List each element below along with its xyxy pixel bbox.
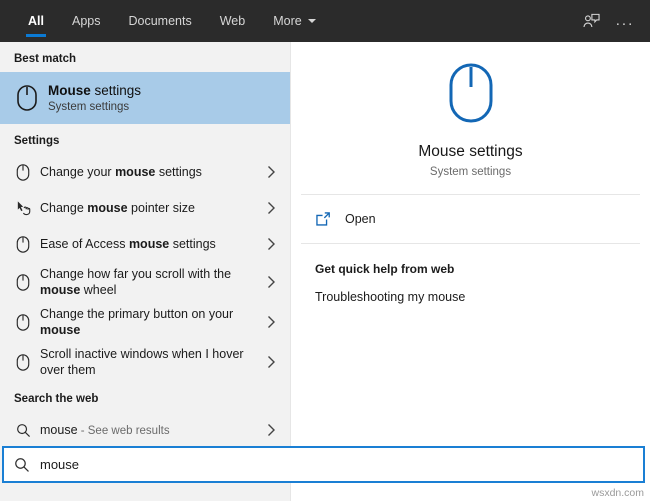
open-button[interactable]: Open [291,195,650,243]
chevron-right-icon [262,423,280,437]
chevron-right-icon [262,165,280,179]
mouse-icon [10,273,36,292]
label-post: settings [155,165,202,179]
label-pre: Change the primary button on your [40,307,233,321]
mouse-icon [10,163,36,182]
preview-subtitle: System settings [430,166,511,178]
result-best-match-mouse-settings[interactable]: Mouse settings System settings [0,72,290,124]
preview-title: Mouse settings [418,143,522,161]
best-match-title-bold: Mouse [48,83,91,98]
settings-item-label: Ease of Access mouse settings [36,232,262,256]
best-match-title-rest: settings [91,83,141,98]
tab-apps[interactable]: Apps [58,0,115,42]
best-match-title: Mouse settings [48,82,274,99]
label-match: mouse [115,165,155,179]
mouse-icon [10,353,36,372]
tab-documents[interactable]: Documents [114,0,205,42]
chevron-right-icon [262,315,280,329]
settings-item-change-mouse-pointer-size[interactable]: Change mouse pointer size [0,190,290,226]
chevron-right-icon [262,201,280,215]
best-match-subtitle: System settings [48,100,274,115]
chevron-right-icon [262,237,280,251]
tab-web[interactable]: Web [206,0,259,42]
chevron-right-icon [262,355,280,369]
settings-item-label: Scroll inactive windows when I hover ove… [36,342,262,382]
label-match: mouse [129,237,169,251]
web-result-term: mouse [40,423,78,437]
tab-all[interactable]: All [14,0,58,42]
search-icon [4,457,40,473]
preview-header: Mouse settings System settings [291,42,650,194]
label-post: pointer size [128,201,195,215]
label-pre: Change how far you scroll with the [40,267,231,281]
settings-item-label: Change mouse pointer size [36,196,262,220]
preview-panel: Mouse settings System settings Open Get … [290,42,650,501]
search-box[interactable]: mouse [2,446,645,483]
mouse-icon [10,235,36,254]
tab-apps-label: Apps [72,14,101,28]
settings-item-change-primary-button[interactable]: Change the primary button on your mouse [0,302,290,342]
quick-help-link-troubleshooting[interactable]: Troubleshooting my mouse [291,276,650,304]
watermark: wsxdn.com [591,487,644,499]
settings-item-ease-of-access-mouse-settings[interactable]: Ease of Access mouse settings [0,226,290,262]
mouse-icon-large [448,62,494,129]
open-button-label: Open [345,212,376,226]
settings-item-change-scroll-wheel[interactable]: Change how far you scroll with the mouse… [0,262,290,302]
label-pre: Change [40,201,87,215]
settings-item-scroll-inactive-windows[interactable]: Scroll inactive windows when I hover ove… [0,342,290,382]
label-match: mouse [40,323,80,337]
pointer-icon [10,200,36,217]
settings-item-label: Change how far you scroll with the mouse… [36,262,262,302]
label-match: mouse [40,283,80,297]
search-body: Best match Mouse settings System setting… [0,42,650,501]
label-pre: Change your [40,165,115,179]
label-pre: Scroll inactive windows when I hover ove… [40,347,244,377]
windows-search-panel: All Apps Documents Web More [0,0,650,501]
section-header-settings: Settings [0,124,290,154]
tab-more-label: More [273,14,301,28]
settings-item-label: Change the primary button on your mouse [36,302,262,342]
tab-web-label: Web [220,14,245,28]
feedback-person-icon[interactable] [574,4,608,38]
web-result-suffix: - See web results [78,425,170,437]
tab-more[interactable]: More [259,0,329,42]
quick-help-heading: Get quick help from web [291,244,650,276]
label-pre: Ease of Access [40,237,129,251]
mouse-icon [10,84,44,112]
search-filter-tabs: All Apps Documents Web More [0,0,330,42]
web-result-mouse[interactable]: mouse - See web results [0,412,290,448]
tab-documents-label: Documents [128,14,191,28]
results-list[interactable]: Best match Mouse settings System setting… [0,42,290,501]
section-header-search-the-web: Search the web [0,382,290,412]
result-best-match-text: Mouse settings System settings [44,78,280,119]
search-input[interactable]: mouse [40,457,79,472]
settings-item-change-your-mouse-settings[interactable]: Change your mouse settings [0,154,290,190]
more-options-icon[interactable]: ... [608,4,642,38]
settings-item-label: Change your mouse settings [36,160,262,184]
section-header-best-match: Best match [0,42,290,72]
open-external-icon [315,211,345,227]
label-post: wheel [80,283,116,297]
label-post: settings [169,237,216,251]
tab-all-label: All [28,14,44,28]
label-match: mouse [87,201,127,215]
search-header: All Apps Documents Web More [0,0,650,42]
more-options-label: ... [616,16,635,26]
search-icon [10,423,36,438]
header-actions: ... [574,0,642,42]
mouse-icon [10,313,36,332]
chevron-down-icon [308,19,316,23]
chevron-right-icon [262,275,280,289]
web-result-label: mouse - See web results [36,418,262,443]
